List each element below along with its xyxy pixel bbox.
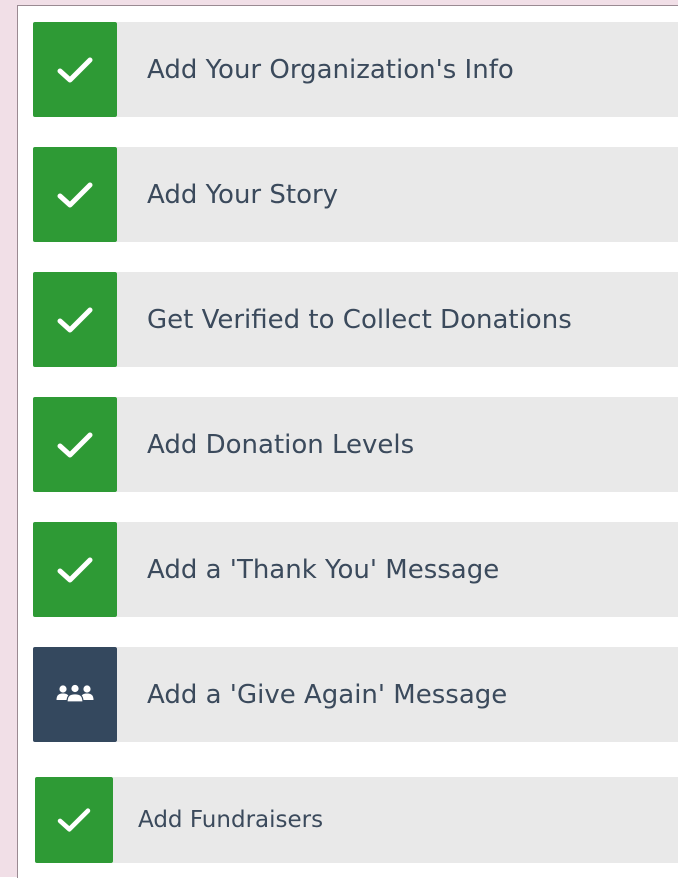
check-icon	[35, 777, 113, 863]
checklist-panel: Add Your Organization's Info Add Your St…	[17, 5, 678, 878]
check-icon	[33, 397, 117, 492]
step-label: Add a 'Give Again' Message	[147, 679, 508, 710]
step-bar: Add a 'Give Again' Message	[117, 647, 678, 742]
check-icon	[33, 272, 117, 367]
step-label: Get Verified to Collect Donations	[147, 304, 572, 335]
users-icon	[33, 647, 117, 742]
step-label: Add Donation Levels	[147, 429, 415, 460]
step-thank-you-message[interactable]: Add a 'Thank You' Message	[33, 522, 678, 617]
window-frame: Add Your Organization's Info Add Your St…	[0, 0, 678, 878]
step-bar: Add Your Organization's Info	[117, 22, 678, 117]
step-give-again-message[interactable]: Add a 'Give Again' Message	[33, 647, 678, 742]
step-bar: Get Verified to Collect Donations	[117, 272, 678, 367]
step-label: Add a 'Thank You' Message	[147, 554, 500, 585]
step-label: Add Your Story	[147, 179, 339, 210]
step-story[interactable]: Add Your Story	[33, 147, 678, 242]
check-icon	[33, 522, 117, 617]
step-bar: Add Your Story	[117, 147, 678, 242]
step-donation-levels[interactable]: Add Donation Levels	[33, 397, 678, 492]
step-organization-info[interactable]: Add Your Organization's Info	[33, 22, 678, 117]
step-fundraisers[interactable]: Add Fundraisers	[35, 777, 678, 863]
step-label: Add Fundraisers	[138, 807, 324, 833]
check-icon	[33, 147, 117, 242]
step-get-verified[interactable]: Get Verified to Collect Donations	[33, 272, 678, 367]
step-bar: Add a 'Thank You' Message	[117, 522, 678, 617]
step-label: Add Your Organization's Info	[147, 54, 514, 85]
check-icon	[33, 22, 117, 117]
step-bar: Add Donation Levels	[117, 397, 678, 492]
step-bar: Add Fundraisers	[113, 777, 678, 863]
